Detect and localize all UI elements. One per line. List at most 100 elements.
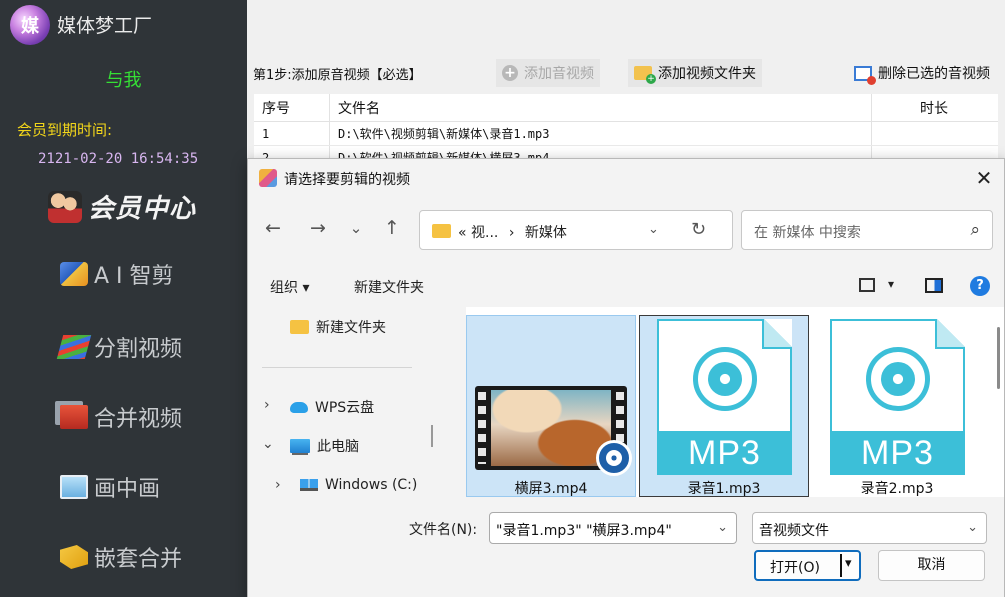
- file-item-video[interactable]: 横屏3.mp4: [466, 315, 636, 497]
- navigation-tree: 新建文件夹 › WPS云盘 ⌄ 此电脑 › Windows (C:): [248, 307, 433, 497]
- page-fold: [935, 319, 965, 349]
- dialog-footer: 文件名(N): "录音1.mp3" "横屏3.mp4" ⌄ 音视频文件 ⌄ 打开…: [248, 499, 1004, 597]
- sidebar-item-label: 嵌套合并: [94, 547, 183, 572]
- address-history-chevron-icon[interactable]: ⌄: [648, 222, 659, 237]
- add-audio-video-label: 添加音视频: [524, 66, 594, 82]
- tree-item-windows-c[interactable]: Windows (C:): [300, 477, 417, 493]
- app-logo-icon: 媒: [10, 5, 50, 45]
- view-options-chevron-icon[interactable]: ▾: [888, 277, 894, 291]
- up-arrow-icon[interactable]: ↑: [381, 217, 403, 239]
- member-center-button[interactable]: 会员中心: [48, 188, 196, 225]
- tree-item-label: WPS云盘: [315, 400, 375, 416]
- step-label: 第1步:添加原音视频【必选】: [253, 68, 422, 83]
- filename-input[interactable]: "录音1.mp3" "横屏3.mp4" ⌄: [489, 512, 737, 544]
- add-folder-icon: [634, 66, 656, 84]
- refresh-icon[interactable]: ↻: [691, 219, 706, 240]
- new-folder-button[interactable]: 新建文件夹: [354, 277, 424, 297]
- expand-chevron-icon[interactable]: ›: [275, 477, 281, 493]
- expand-chevron-icon[interactable]: ›: [264, 397, 270, 413]
- file-type-value: 音视频文件: [759, 523, 829, 539]
- tree-scrollbar[interactable]: [431, 425, 433, 447]
- add-audio-video-button[interactable]: + 添加音视频: [496, 59, 600, 87]
- file-open-dialog: 请选择要剪辑的视频 ✕ ← → ⌄ ↑ « 视... › 新媒体 ⌄ ↻ 在 新…: [247, 158, 1005, 597]
- chevron-down-icon[interactable]: ⌄: [717, 520, 728, 535]
- computer-icon: [290, 439, 310, 453]
- app-title: 媒体梦工厂: [57, 15, 153, 37]
- mp3-file-icon: MP3: [830, 319, 965, 475]
- close-icon[interactable]: ✕: [972, 166, 996, 190]
- sidebar-item-split-video[interactable]: 分割视频: [56, 331, 182, 363]
- file-list: 横屏3.mp4 MP3 录音1.mp3 MP3 录音2.mp3: [466, 307, 1004, 497]
- table-row[interactable]: 1 D:\软件\视频剪辑\新媒体\录音1.mp3: [254, 122, 998, 146]
- breadcrumb-parent[interactable]: 视...: [471, 225, 498, 241]
- sidebar-item-label: 画中画: [94, 477, 161, 502]
- about-link[interactable]: 与我: [0, 66, 247, 92]
- picture-in-picture-icon: [60, 475, 88, 499]
- delete-selected-label: 删除已选的音视频: [878, 66, 990, 82]
- film-sprocket: [478, 392, 486, 464]
- dialog-app-icon: [259, 169, 277, 187]
- sidebar-item-label: 合并视频: [94, 407, 183, 432]
- sidebar: 媒 媒体梦工厂 与我 会员到期时间: 2121-02-20 16:54:35 会…: [0, 0, 247, 597]
- tree-item-label: Windows (C:): [325, 477, 418, 493]
- membership-expiry-date: 2121-02-20 16:54:35: [38, 151, 199, 167]
- forward-arrow-icon[interactable]: →: [307, 217, 329, 239]
- recent-locations-icon[interactable]: ⌄: [345, 217, 367, 239]
- row-index: 1: [254, 122, 330, 145]
- tree-divider: [262, 367, 412, 368]
- organize-menu[interactable]: 组织 ▾: [270, 277, 309, 297]
- add-video-folder-button[interactable]: 添加视频文件夹: [628, 59, 762, 87]
- back-arrow-icon[interactable]: ←: [262, 217, 284, 239]
- cancel-button[interactable]: 取消: [878, 550, 985, 581]
- open-options-arrow-icon[interactable]: ▾: [845, 556, 852, 571]
- tree-item-label: 此电脑: [317, 439, 359, 455]
- dialog-titlebar[interactable]: 请选择要剪辑的视频 ✕: [248, 159, 1004, 197]
- preview-pane-icon[interactable]: [925, 278, 943, 293]
- open-button[interactable]: 打开(O) ▾: [754, 550, 861, 581]
- file-item-audio[interactable]: MP3 录音2.mp3: [812, 315, 982, 497]
- delete-selected-button[interactable]: 删除已选的音视频: [848, 59, 996, 87]
- file-item-name: 横屏3.mp4: [514, 481, 588, 497]
- filename-value: "录音1.mp3" "横屏3.mp4": [496, 523, 672, 539]
- sidebar-item-ai-clip[interactable]: A I 智剪: [60, 258, 174, 290]
- add-icon: +: [502, 65, 518, 81]
- media-disc-icon: [866, 347, 930, 411]
- breadcrumb-overflow[interactable]: «: [458, 225, 467, 241]
- split-video-icon: [56, 335, 92, 359]
- add-video-folder-label: 添加视频文件夹: [658, 66, 756, 82]
- column-header-filename[interactable]: 文件名: [330, 94, 872, 121]
- page-fold: [762, 319, 792, 349]
- search-input[interactable]: 在 新媒体 中搜索 ⌕: [741, 210, 993, 250]
- tree-item-label: 新建文件夹: [316, 320, 386, 336]
- file-type-select[interactable]: 音视频文件 ⌄: [752, 512, 987, 544]
- sidebar-item-merge-video[interactable]: 合并视频: [60, 401, 182, 433]
- dialog-title: 请选择要剪辑的视频: [284, 172, 410, 188]
- row-filename: D:\软件\视频剪辑\新媒体\录音1.mp3: [330, 122, 872, 145]
- tree-item-this-pc[interactable]: 此电脑: [290, 436, 359, 456]
- file-list-scrollbar[interactable]: [997, 327, 1000, 389]
- file-item-name: 录音2.mp3: [860, 481, 934, 497]
- tree-item-wps-cloud[interactable]: WPS云盘: [290, 397, 374, 417]
- delete-icon: [854, 65, 876, 85]
- breadcrumb-current[interactable]: 新媒体: [525, 225, 567, 241]
- column-header-index[interactable]: 序号: [254, 94, 330, 121]
- command-bar: 组织 ▾ 新建文件夹 ▾ ?: [248, 271, 1004, 303]
- collapse-chevron-icon[interactable]: ⌄: [262, 436, 274, 452]
- sidebar-item-nested-merge[interactable]: 嵌套合并: [60, 541, 182, 573]
- tree-item-new-folder[interactable]: 新建文件夹: [290, 317, 386, 337]
- file-item-audio[interactable]: MP3 录音1.mp3: [639, 315, 809, 497]
- view-mode-icon[interactable]: [859, 278, 875, 292]
- row-duration: [872, 122, 996, 145]
- membership-expiry-label: 会员到期时间:: [17, 121, 113, 139]
- column-header-duration[interactable]: 时长: [872, 94, 996, 121]
- sidebar-item-picture-in-picture[interactable]: 画中画: [60, 471, 160, 503]
- folder-icon: [290, 320, 309, 334]
- member-center-label: 会员中心: [88, 194, 197, 224]
- breadcrumb: « 视... › 新媒体: [458, 222, 567, 242]
- address-bar[interactable]: « 视... › 新媒体 ⌄ ↻: [419, 210, 733, 250]
- breadcrumb-separator: ›: [508, 225, 515, 241]
- file-item-name: 录音1.mp3: [687, 481, 761, 497]
- ai-clip-icon: [60, 262, 88, 286]
- help-icon[interactable]: ?: [970, 276, 990, 296]
- split-divider: [840, 554, 842, 577]
